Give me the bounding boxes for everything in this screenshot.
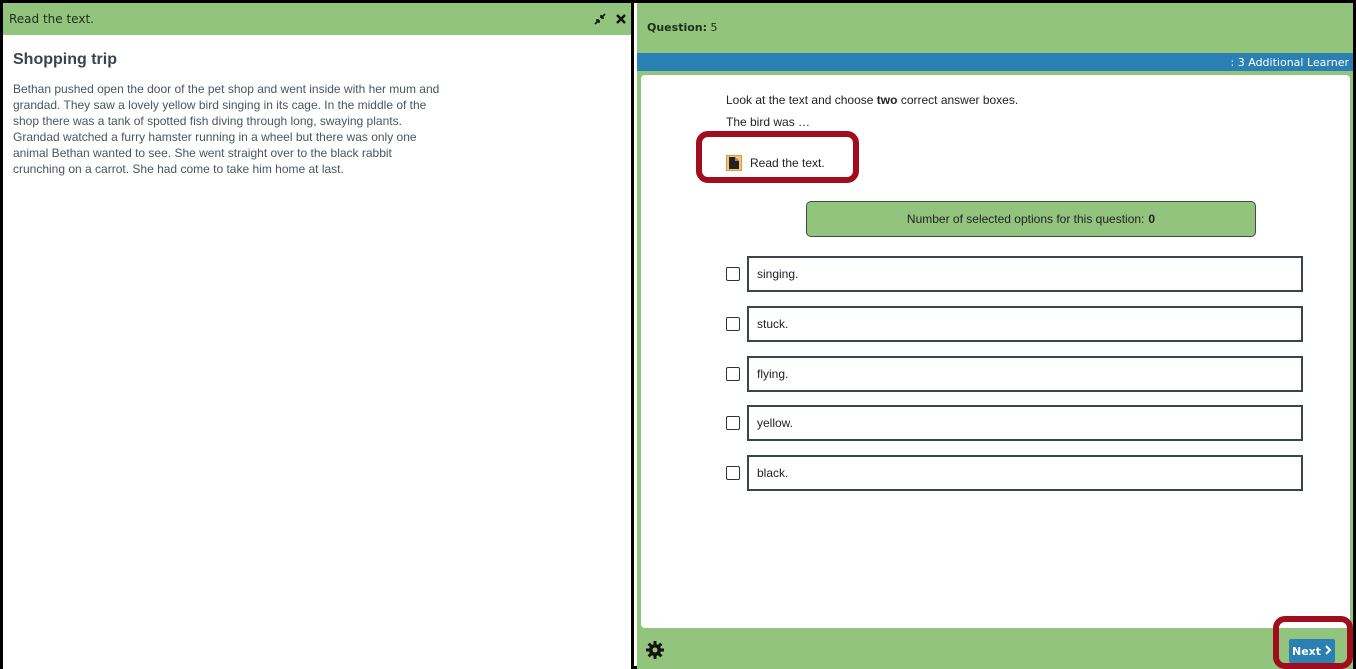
option-checkbox[interactable] <box>726 367 740 381</box>
passage-text: Bethan pushed open the door of the pet s… <box>13 82 440 176</box>
question-stem: The bird was … <box>726 115 811 129</box>
option-checkbox[interactable] <box>726 317 740 331</box>
reading-panel-header: Read the text. <box>3 3 631 35</box>
instruction-emphasis: two <box>876 93 898 107</box>
counter-label: Number of selected options for this ques… <box>906 212 1145 226</box>
option-label[interactable]: yellow. <box>747 405 1303 441</box>
gear-icon[interactable] <box>645 640 665 660</box>
option-yellow[interactable]: yellow. <box>726 405 1303 441</box>
option-label[interactable]: stuck. <box>747 306 1303 342</box>
option-label[interactable]: singing. <box>747 256 1303 292</box>
close-icon[interactable] <box>615 12 627 24</box>
option-checkbox[interactable] <box>726 267 740 281</box>
reading-panel: Read the text. Shopping trip Bethan push… <box>3 3 634 669</box>
instruction-post: correct answer boxes. <box>900 93 1019 107</box>
option-label[interactable]: flying. <box>747 356 1303 392</box>
question-header: Question: 5 <box>637 3 1353 53</box>
question-content: Look at the text and choose two correct … <box>641 75 1350 628</box>
counter-value: 0 <box>1148 212 1156 226</box>
instruction-text: Look at the text and choose two correct … <box>726 93 1018 107</box>
option-checkbox[interactable] <box>726 416 740 430</box>
option-stuck[interactable]: stuck. <box>726 306 1303 342</box>
option-checkbox[interactable] <box>726 466 740 480</box>
option-singing[interactable]: singing. <box>726 256 1303 292</box>
option-black[interactable]: black. <box>726 455 1303 491</box>
reading-panel-title: Read the text. <box>9 12 94 26</box>
option-label[interactable]: black. <box>747 455 1303 491</box>
learner-bar: : 3 Additional Learner <box>637 53 1353 71</box>
collapse-icon[interactable] <box>594 12 606 25</box>
question-panel: Question: 5 : 3 Additional Learner Look … <box>637 3 1353 669</box>
highlight-next <box>1273 616 1353 669</box>
question-number: 5 <box>710 21 718 34</box>
content-frame: Look at the text and choose two correct … <box>637 71 1353 631</box>
passage-title: Shopping trip <box>13 51 117 68</box>
option-flying[interactable]: flying. <box>726 356 1303 392</box>
bottom-toolbar: Next <box>637 631 1353 669</box>
question-label: Question: <box>647 21 708 34</box>
instruction-pre: Look at the text and choose <box>726 93 874 107</box>
selection-counter: Number of selected options for this ques… <box>806 201 1256 237</box>
highlight-read-text <box>696 131 859 183</box>
